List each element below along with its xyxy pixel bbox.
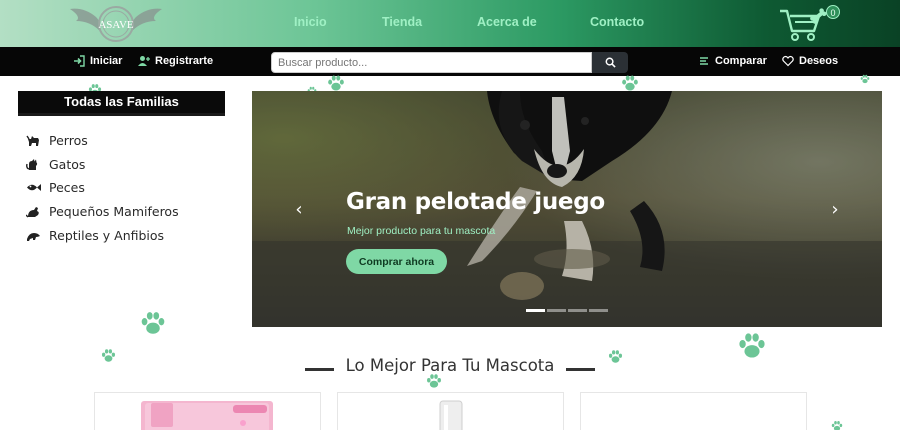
product-card[interactable] <box>580 392 807 430</box>
dog-icon <box>26 135 39 146</box>
carousel-indicator-4[interactable] <box>589 309 608 312</box>
register-label: Registrarte <box>155 55 214 67</box>
sidebar-item-label: Peces <box>49 180 85 195</box>
nav-contacto[interactable]: Contacto <box>590 15 644 29</box>
top-header: ASAVE Inicio Tienda Acerca de Contacto 0 <box>0 0 900 47</box>
product-card[interactable] <box>94 392 321 430</box>
add-user-icon <box>138 56 150 66</box>
carousel-indicator-2[interactable] <box>547 309 566 312</box>
buy-now-button[interactable]: Comprar ahora <box>346 249 447 274</box>
sidebar-item-perros[interactable]: Perros <box>26 133 88 148</box>
carousel-next-arrow[interactable]: › <box>826 199 844 221</box>
fish-icon <box>27 184 41 191</box>
cart-count-badge: 0 <box>826 5 840 19</box>
search-icon <box>605 57 616 68</box>
sidebar-item-label: Reptiles y Anfibios <box>49 228 165 243</box>
sidebar-item-label: Gatos <box>49 157 86 172</box>
product-card[interactable] <box>337 392 564 430</box>
heading-rule-right <box>566 368 595 371</box>
nav-acerca-de[interactable]: Acerca de <box>477 15 537 29</box>
logo-text: ASAVE <box>98 19 134 31</box>
reptile-icon <box>27 233 40 241</box>
cat-icon <box>26 159 38 170</box>
paw-print-icon <box>328 75 344 91</box>
product-image <box>439 400 463 430</box>
register-link[interactable]: Registrarte <box>138 55 213 67</box>
sidebar-item-label: Pequeños Mamiferos <box>49 204 179 219</box>
sidebar-item-label: Perros <box>49 133 88 148</box>
wishlist-link[interactable]: Deseos <box>782 55 838 67</box>
small-mammal-icon <box>26 207 39 218</box>
cart-icon[interactable] <box>778 6 828 42</box>
sidebar-item-peces[interactable]: Peces <box>26 180 85 195</box>
slide-subtitle: Mejor producto para tu mascota <box>347 225 496 237</box>
nav-tienda[interactable]: Tienda <box>382 15 422 29</box>
sidebar-item-pequenos-mamiferos[interactable]: Pequeños Mamiferos <box>26 204 179 219</box>
sidebar-item-reptiles-anfibios[interactable]: Reptiles y Anfibios <box>26 228 164 243</box>
login-link[interactable]: Iniciar <box>73 55 122 67</box>
sidebar-item-gatos[interactable]: Gatos <box>26 157 85 172</box>
compare-icon <box>700 57 708 65</box>
nav-inicio[interactable]: Inicio <box>294 15 327 29</box>
section-heading: Lo Mejor Para Tu Mascota <box>345 356 555 375</box>
carousel-indicator-1[interactable] <box>526 309 545 312</box>
families-title: Todas las Familias <box>18 91 225 116</box>
paw-print-icon <box>141 312 165 334</box>
search-button[interactable] <box>592 52 628 73</box>
login-label: Iniciar <box>90 55 123 67</box>
asave-logo[interactable]: ASAVE <box>62 3 170 45</box>
product-image <box>141 401 273 430</box>
paw-print-icon <box>622 75 638 91</box>
compare-label: Comparar <box>715 55 767 67</box>
carousel-prev-arrow[interactable]: ‹ <box>290 199 308 221</box>
wishlist-label: Deseos <box>799 55 839 67</box>
slide-title: Gran pelotade juego <box>346 189 605 215</box>
paw-print-icon <box>860 74 870 84</box>
paw-print-icon <box>427 374 441 388</box>
search-input[interactable] <box>271 52 592 73</box>
login-icon <box>74 55 85 67</box>
compare-link[interactable]: Comparar <box>698 55 767 67</box>
paw-print-icon <box>831 420 843 430</box>
carousel-indicator-3[interactable] <box>568 309 587 312</box>
heart-icon <box>782 55 794 67</box>
hero-carousel: Gran pelotade juego Mejor producto para … <box>252 91 882 327</box>
